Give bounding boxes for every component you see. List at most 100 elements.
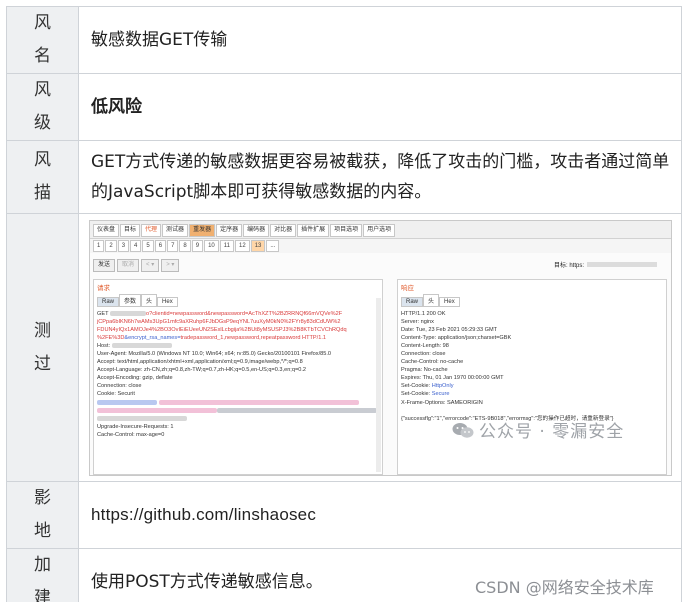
req-line: Host:	[97, 342, 379, 350]
value-affected-url[interactable]: https://github.com/linshaosec	[78, 481, 682, 549]
response-body[interactable]: HTTP/1.1 200 OK Server: nginx Date: Tue,…	[398, 307, 666, 423]
label-char: 描	[34, 183, 66, 203]
req-line	[97, 399, 379, 407]
redacted-block	[587, 262, 657, 268]
resp-line: Content-Length: 98	[401, 342, 449, 349]
send-button[interactable]: 发送	[93, 258, 116, 272]
resp-line: Pragma: No-cache	[401, 367, 448, 374]
burp-tab[interactable]: 插件扩展	[297, 223, 330, 237]
burp-num-tab[interactable]: 10	[204, 239, 219, 252]
req-line: Connection: close	[97, 383, 142, 390]
request-body[interactable]: GET o?clientid=newpassword&newpassword=A…	[94, 307, 382, 440]
resp-line: Expires: Thu, 01 Jan 1970 00:00:00 GMT	[401, 375, 504, 382]
label-risk-desc: 风描	[6, 140, 79, 214]
resp-line: Set-Cookie: HttpOnly	[401, 382, 663, 390]
burp-num-tab[interactable]: 8	[179, 239, 191, 252]
label-char: 风	[34, 150, 66, 170]
label-test-process: 测过	[6, 213, 79, 482]
burp-tab[interactable]: 重发器	[189, 223, 216, 237]
burp-tab[interactable]: 仪表盘	[93, 223, 120, 237]
resp-line: Date: Tue, 23 Feb 2021 05:29:33 GMT	[401, 326, 498, 333]
req-subtab[interactable]: Raw	[97, 296, 120, 307]
label-char: 名	[34, 46, 66, 66]
req-line: jCPpa6bIKN6h7wAMs3UpG1mfc9aXRuhp6FJbDGsP…	[97, 318, 341, 325]
req-line: Cache-Control: max-age=0	[97, 431, 165, 438]
burp-num-tab[interactable]: 6	[154, 239, 167, 252]
req-subtab[interactable]: Hex	[157, 296, 178, 307]
req-line: Accept-Encoding: gzip, deflate	[97, 375, 173, 382]
burp-num-tab[interactable]: 9	[191, 239, 204, 252]
row-risk-name: 风名 敏感数据GET传输	[6, 6, 682, 74]
burp-tab[interactable]: 编码器	[243, 223, 270, 237]
burp-tab[interactable]: 定序器	[216, 223, 243, 237]
redacted-block	[217, 407, 377, 413]
burp-top-tabs: 仪表盘 目标 代理 测试器 重发器 定序器 编码器 对比器 插件扩展 项目选项 用户选项	[90, 220, 671, 239]
burp-tab[interactable]: 用户选项	[363, 223, 396, 237]
req-line: Cookie: Securit	[97, 390, 379, 398]
response-title: 响应	[401, 284, 414, 292]
value-risk-level: 低风险	[78, 73, 682, 141]
burp-tab[interactable]: 对比器	[270, 223, 297, 237]
label-char: 测	[34, 320, 66, 341]
forward-button[interactable]: > ▾	[161, 258, 180, 272]
redacted-block	[111, 342, 172, 348]
burp-num-tab[interactable]: 5	[142, 239, 154, 252]
target-label: 目标: https:	[554, 260, 657, 269]
value-risk-desc: GET方式传递的敏感数据更容易被截获，降低了攻击的门槛，攻击者通过简单的Java…	[78, 140, 682, 214]
burp-num-tab[interactable]: 7	[167, 239, 179, 252]
req-line: Accept-Language: zh-CN,zh;q=0.8,zh-TW;q=…	[97, 367, 307, 374]
burp-num-tab[interactable]: 3	[117, 239, 130, 252]
resp-line: Content-Type: application/json;charset=G…	[401, 334, 512, 341]
burp-num-tab[interactable]: 11	[219, 239, 235, 252]
wechat-icon	[452, 423, 474, 438]
label-affected-url: 影地	[6, 481, 79, 549]
label-char: 级	[34, 113, 66, 133]
redacted-block	[158, 399, 359, 405]
scrollbar[interactable]	[376, 297, 381, 472]
request-subtabs: Raw 参数头 Hex	[94, 293, 382, 307]
resp-subtab[interactable]: Hex	[439, 296, 460, 307]
row-affected-url: 影地 https://github.com/linshaosec	[6, 481, 682, 549]
label-char: 地	[34, 521, 66, 541]
burp-tab[interactable]: 目标	[120, 223, 141, 237]
req-url-part: o?clientid=newpassword&newpassword=AcThX…	[145, 310, 343, 317]
req-subtab[interactable]: 头	[141, 293, 158, 307]
redacted-block	[97, 415, 187, 421]
burp-num-tab[interactable]: 4	[130, 239, 142, 252]
burp-num-tab[interactable]: ...	[266, 239, 280, 252]
row-risk-level: 风级 低风险	[6, 73, 682, 141]
req-subtab[interactable]: 参数	[119, 293, 142, 307]
burp-tab[interactable]: 项目选项	[330, 223, 363, 237]
target-text: 目标: https:	[553, 262, 584, 269]
req-method: GET	[97, 310, 109, 317]
label-char: 影	[34, 488, 66, 508]
req-line: FDUN4yIQx1AMOJe4%2BO3OvIEiEUeeUN2SExlLcb…	[97, 326, 347, 333]
label-fix-suggestion: 加建	[6, 548, 79, 602]
label-char: 加	[34, 555, 66, 575]
burp-tab[interactable]: 代理	[141, 223, 162, 237]
resp-line: HTTP/1.1 200 OK	[401, 310, 446, 317]
resp-header-value: Secure	[431, 391, 450, 398]
burp-num-tab[interactable]: 12	[235, 239, 250, 252]
req-line	[97, 407, 379, 415]
wechat-watermark: 公众号 · 零漏安全	[452, 417, 624, 442]
burp-num-tab[interactable]: 2	[105, 239, 117, 252]
req-header: Host:	[97, 342, 111, 349]
label-char: 建	[34, 588, 66, 602]
row-risk-desc: 风描 GET方式传递的敏感数据更容易被截获，降低了攻击的门槛，攻击者通过简单的J…	[6, 140, 682, 214]
cancel-button[interactable]: 取消	[117, 258, 140, 272]
resp-line: Set-Cookie: Secure	[401, 390, 663, 398]
redacted-block	[97, 399, 157, 405]
resp-subtab[interactable]: 头	[423, 293, 440, 307]
redacted-block	[109, 310, 146, 316]
label-risk-level: 风级	[6, 73, 79, 141]
label-char: 过	[34, 353, 66, 374]
risk-table: 风名 敏感数据GET传输 风级 低风险 风描 GET方式传递的敏感数据更容易被截…	[6, 6, 682, 602]
burp-num-tab[interactable]: 1	[93, 239, 105, 252]
burp-num-tab[interactable]: 13	[250, 239, 266, 252]
resp-header: Set-Cookie:	[401, 391, 431, 398]
resp-line: Server: nginx	[401, 318, 434, 325]
back-button[interactable]: < ▾	[141, 258, 160, 272]
resp-subtab[interactable]: Raw	[401, 296, 424, 307]
burp-tab[interactable]: 测试器	[162, 223, 189, 237]
